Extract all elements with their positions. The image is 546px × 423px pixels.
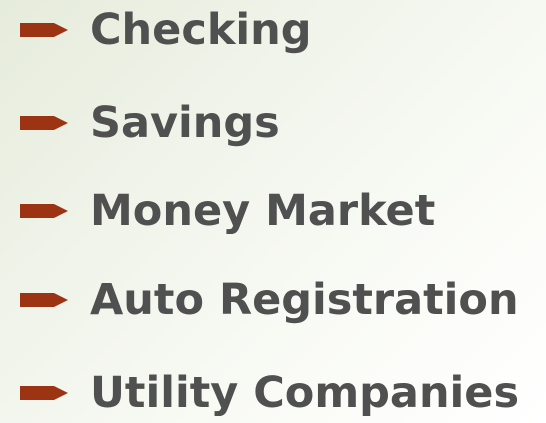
arrow-bullet-icon [20, 386, 68, 400]
list-item-label: Money Market [90, 186, 436, 236]
list-item-label: Checking [90, 5, 312, 55]
arrow-bullet-icon [20, 204, 68, 218]
list-item-label: Savings [90, 98, 280, 148]
list-item: Auto Registration [0, 270, 546, 330]
list-item: Money Market [0, 181, 546, 241]
arrow-bullet-icon [20, 116, 68, 130]
list-item: Checking [0, 0, 546, 60]
list-item: Utility Companies [0, 363, 546, 423]
arrow-bullet-icon [20, 23, 68, 37]
list-item-label: Auto Registration [90, 275, 519, 325]
list-item: Savings [0, 93, 546, 153]
bullet-list: Checking Savings Money Market Auto Regis… [0, 0, 546, 423]
arrow-bullet-icon [20, 293, 68, 307]
list-item-label: Utility Companies [90, 368, 520, 418]
